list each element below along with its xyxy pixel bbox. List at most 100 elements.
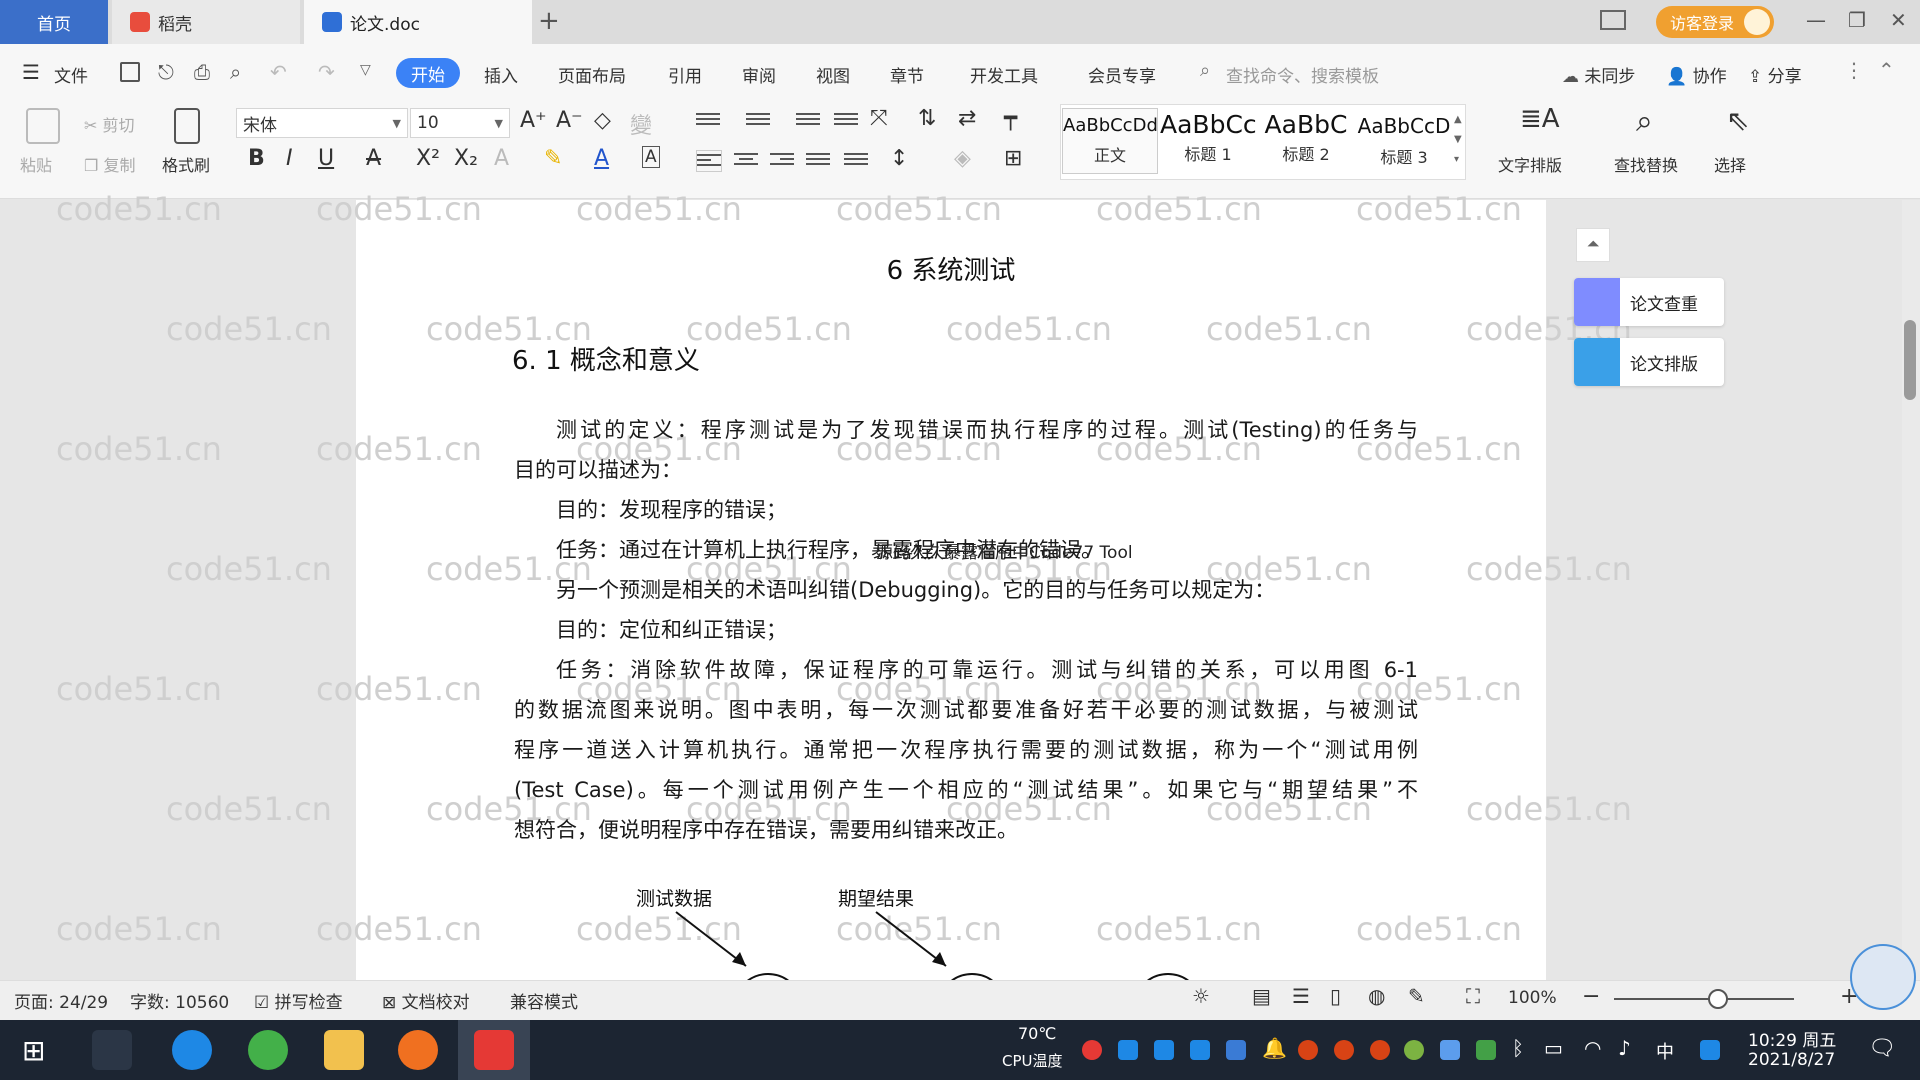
window-layout-icon[interactable] (1600, 10, 1626, 30)
paper-layout-button[interactable]: 论文排版 (1574, 338, 1724, 386)
char-border-icon[interactable]: A (642, 146, 660, 168)
menu-developer[interactable]: 开发工具 (970, 62, 1038, 87)
command-search-input[interactable]: 查找命令、搜索模板 (1226, 62, 1379, 87)
fit-page-icon[interactable]: ⛶ (1466, 984, 1480, 1008)
highlight-icon[interactable]: ✎ (544, 146, 562, 171)
find-replace-icon[interactable]: ⌕ (1636, 104, 1653, 139)
search-icon[interactable]: ⌕ (1200, 60, 1210, 81)
tray-app-icon[interactable] (1082, 1040, 1102, 1060)
find-replace-button[interactable]: 查找替换 (1614, 152, 1678, 176)
tray-app-icon[interactable] (1118, 1040, 1138, 1060)
scrollbar-thumb[interactable] (1904, 320, 1916, 400)
phonetic-guide-icon[interactable]: 變 (630, 108, 652, 140)
web-view-icon[interactable]: ◍ (1368, 984, 1385, 1008)
zoom-level-select[interactable]: 100% (1508, 988, 1557, 1008)
eye-protection-icon[interactable]: ☼ (1192, 984, 1210, 1008)
output-icon[interactable]: ⎋ (158, 60, 174, 84)
text-layout-button[interactable]: 文字排版 (1498, 152, 1562, 176)
nvidia-icon[interactable] (1476, 1040, 1496, 1060)
close-icon[interactable]: ✕ (1890, 8, 1907, 32)
justify-icon[interactable] (806, 150, 830, 170)
pinwheel-app-icon[interactable] (92, 1030, 132, 1070)
sync-status[interactable]: ☁ 未同步 (1562, 62, 1635, 87)
restore-icon[interactable]: ❐ (1848, 8, 1866, 32)
volume-icon[interactable]: ♪ (1618, 1036, 1631, 1060)
vertical-scrollbar[interactable] (1902, 200, 1920, 980)
new-tab-button[interactable]: + (538, 6, 560, 36)
strikethrough-icon[interactable]: A (366, 146, 381, 171)
style-normal[interactable]: AaBbCcDd 正文 (1062, 108, 1158, 174)
zoom-out-icon[interactable]: − (1582, 984, 1600, 1009)
tab-wps-docer[interactable]: 稻壳 (112, 0, 300, 44)
grow-font-icon[interactable]: A⁺ (520, 108, 547, 133)
print-icon[interactable]: ⎙ (194, 60, 210, 84)
paper-check-button[interactable]: 论文查重 (1574, 278, 1724, 326)
tray-app-icon[interactable] (1190, 1040, 1210, 1060)
assistant-avatar-icon[interactable] (1850, 944, 1916, 1010)
collaborate-button[interactable]: 👤 协作 (1666, 62, 1727, 87)
style-scroll-icon[interactable]: ▲ ▼ ▾ (1454, 110, 1462, 170)
menu-start[interactable]: 开始 (396, 58, 460, 88)
battery-icon[interactable]: ▭ (1544, 1036, 1563, 1060)
underline-icon[interactable]: U (318, 146, 334, 171)
menu-file[interactable]: 文件 (54, 62, 88, 87)
minimize-icon[interactable]: — (1806, 8, 1826, 32)
tray-app-icon[interactable] (1440, 1040, 1460, 1060)
chinese-layout-icon[interactable]: ⤧ (870, 106, 888, 131)
spell-check-button[interactable]: ☑ 拼写检查 (254, 988, 343, 1013)
undo-icon[interactable]: ↶ (270, 60, 287, 84)
sort-icon[interactable]: ⇅ (918, 106, 936, 131)
page-view-icon[interactable]: ▤ (1252, 984, 1271, 1008)
borders-icon[interactable]: ⊞ (1004, 146, 1022, 171)
font-color-icon[interactable]: A (594, 146, 609, 171)
tray-app-icon[interactable] (1404, 1040, 1424, 1060)
share-button[interactable]: ⇪ 分享 (1748, 62, 1802, 87)
guest-login-button[interactable]: 访客登录 (1656, 6, 1774, 38)
document-page[interactable]: code51.cn code51.cn code51.cn code51.cn code… (56, 190, 1632, 980)
tab-ruler-icon[interactable]: ┯ (1004, 106, 1017, 131)
decrease-indent-icon[interactable] (796, 110, 820, 130)
italic-icon[interactable]: I (286, 146, 293, 171)
more-options-icon[interactable]: ⋮ (1844, 58, 1864, 82)
redo-icon[interactable]: ↷ (318, 60, 335, 84)
font-size-select[interactable]: 10 ▼ (410, 108, 510, 138)
cut-button[interactable]: ✂ 剪切 (84, 112, 135, 136)
copy-button[interactable]: ❐ 复制 (84, 152, 135, 176)
outline-view-icon[interactable]: ☰ (1292, 984, 1310, 1008)
tray-app-icon[interactable] (1370, 1040, 1390, 1060)
save-icon[interactable] (120, 62, 140, 82)
proofread-button[interactable]: ⊠ 文档校对 (382, 988, 470, 1013)
reading-view-icon[interactable]: ▯ (1330, 984, 1341, 1008)
menu-member[interactable]: 会员专享 (1088, 62, 1156, 87)
numbered-list-icon[interactable] (746, 110, 770, 130)
tray-app-icon[interactable] (1298, 1040, 1318, 1060)
page-indicator[interactable]: 页面: 24/29 (14, 988, 108, 1013)
style-heading-3[interactable]: AaBbCcD 标题 3 (1356, 108, 1452, 174)
shield-icon[interactable] (1226, 1040, 1246, 1060)
bold-icon[interactable]: B (248, 146, 265, 171)
wifi-icon[interactable]: ◠ (1584, 1036, 1601, 1060)
clock-date[interactable]: 2021/8/27 (1748, 1050, 1835, 1070)
style-heading-1[interactable]: AaBbCc 标题 1 (1160, 108, 1256, 174)
tab-home[interactable]: 首页 (0, 0, 108, 44)
windows-start-icon[interactable]: ⊞ (22, 1034, 45, 1067)
quick-access-dropdown-icon[interactable]: ▽ (360, 62, 371, 78)
align-left-icon[interactable] (696, 150, 722, 172)
tab-document[interactable]: 论文.doc (304, 0, 532, 44)
bullet-list-icon[interactable] (696, 110, 720, 130)
increase-indent-icon[interactable] (834, 110, 858, 130)
menu-page-layout[interactable]: 页面布局 (558, 62, 626, 87)
collapse-ribbon-icon[interactable]: ⌃ (1878, 58, 1895, 82)
menu-view[interactable]: 视图 (816, 62, 850, 87)
zoom-slider-knob[interactable] (1708, 989, 1728, 1009)
notification-bell-icon[interactable]: 🔔 (1262, 1036, 1287, 1060)
menu-insert[interactable]: 插入 (484, 62, 518, 87)
ie-browser-icon[interactable] (172, 1030, 212, 1070)
subscript-icon[interactable]: X₂ (454, 146, 478, 171)
menu-review[interactable]: 审阅 (742, 62, 776, 87)
show-marks-icon[interactable]: ⇄ (958, 106, 976, 131)
wps-writer-icon[interactable] (474, 1030, 514, 1070)
tray-app-icon[interactable] (1334, 1040, 1354, 1060)
qq-icon[interactable] (1700, 1040, 1720, 1060)
shrink-font-icon[interactable]: A⁻ (556, 108, 583, 133)
